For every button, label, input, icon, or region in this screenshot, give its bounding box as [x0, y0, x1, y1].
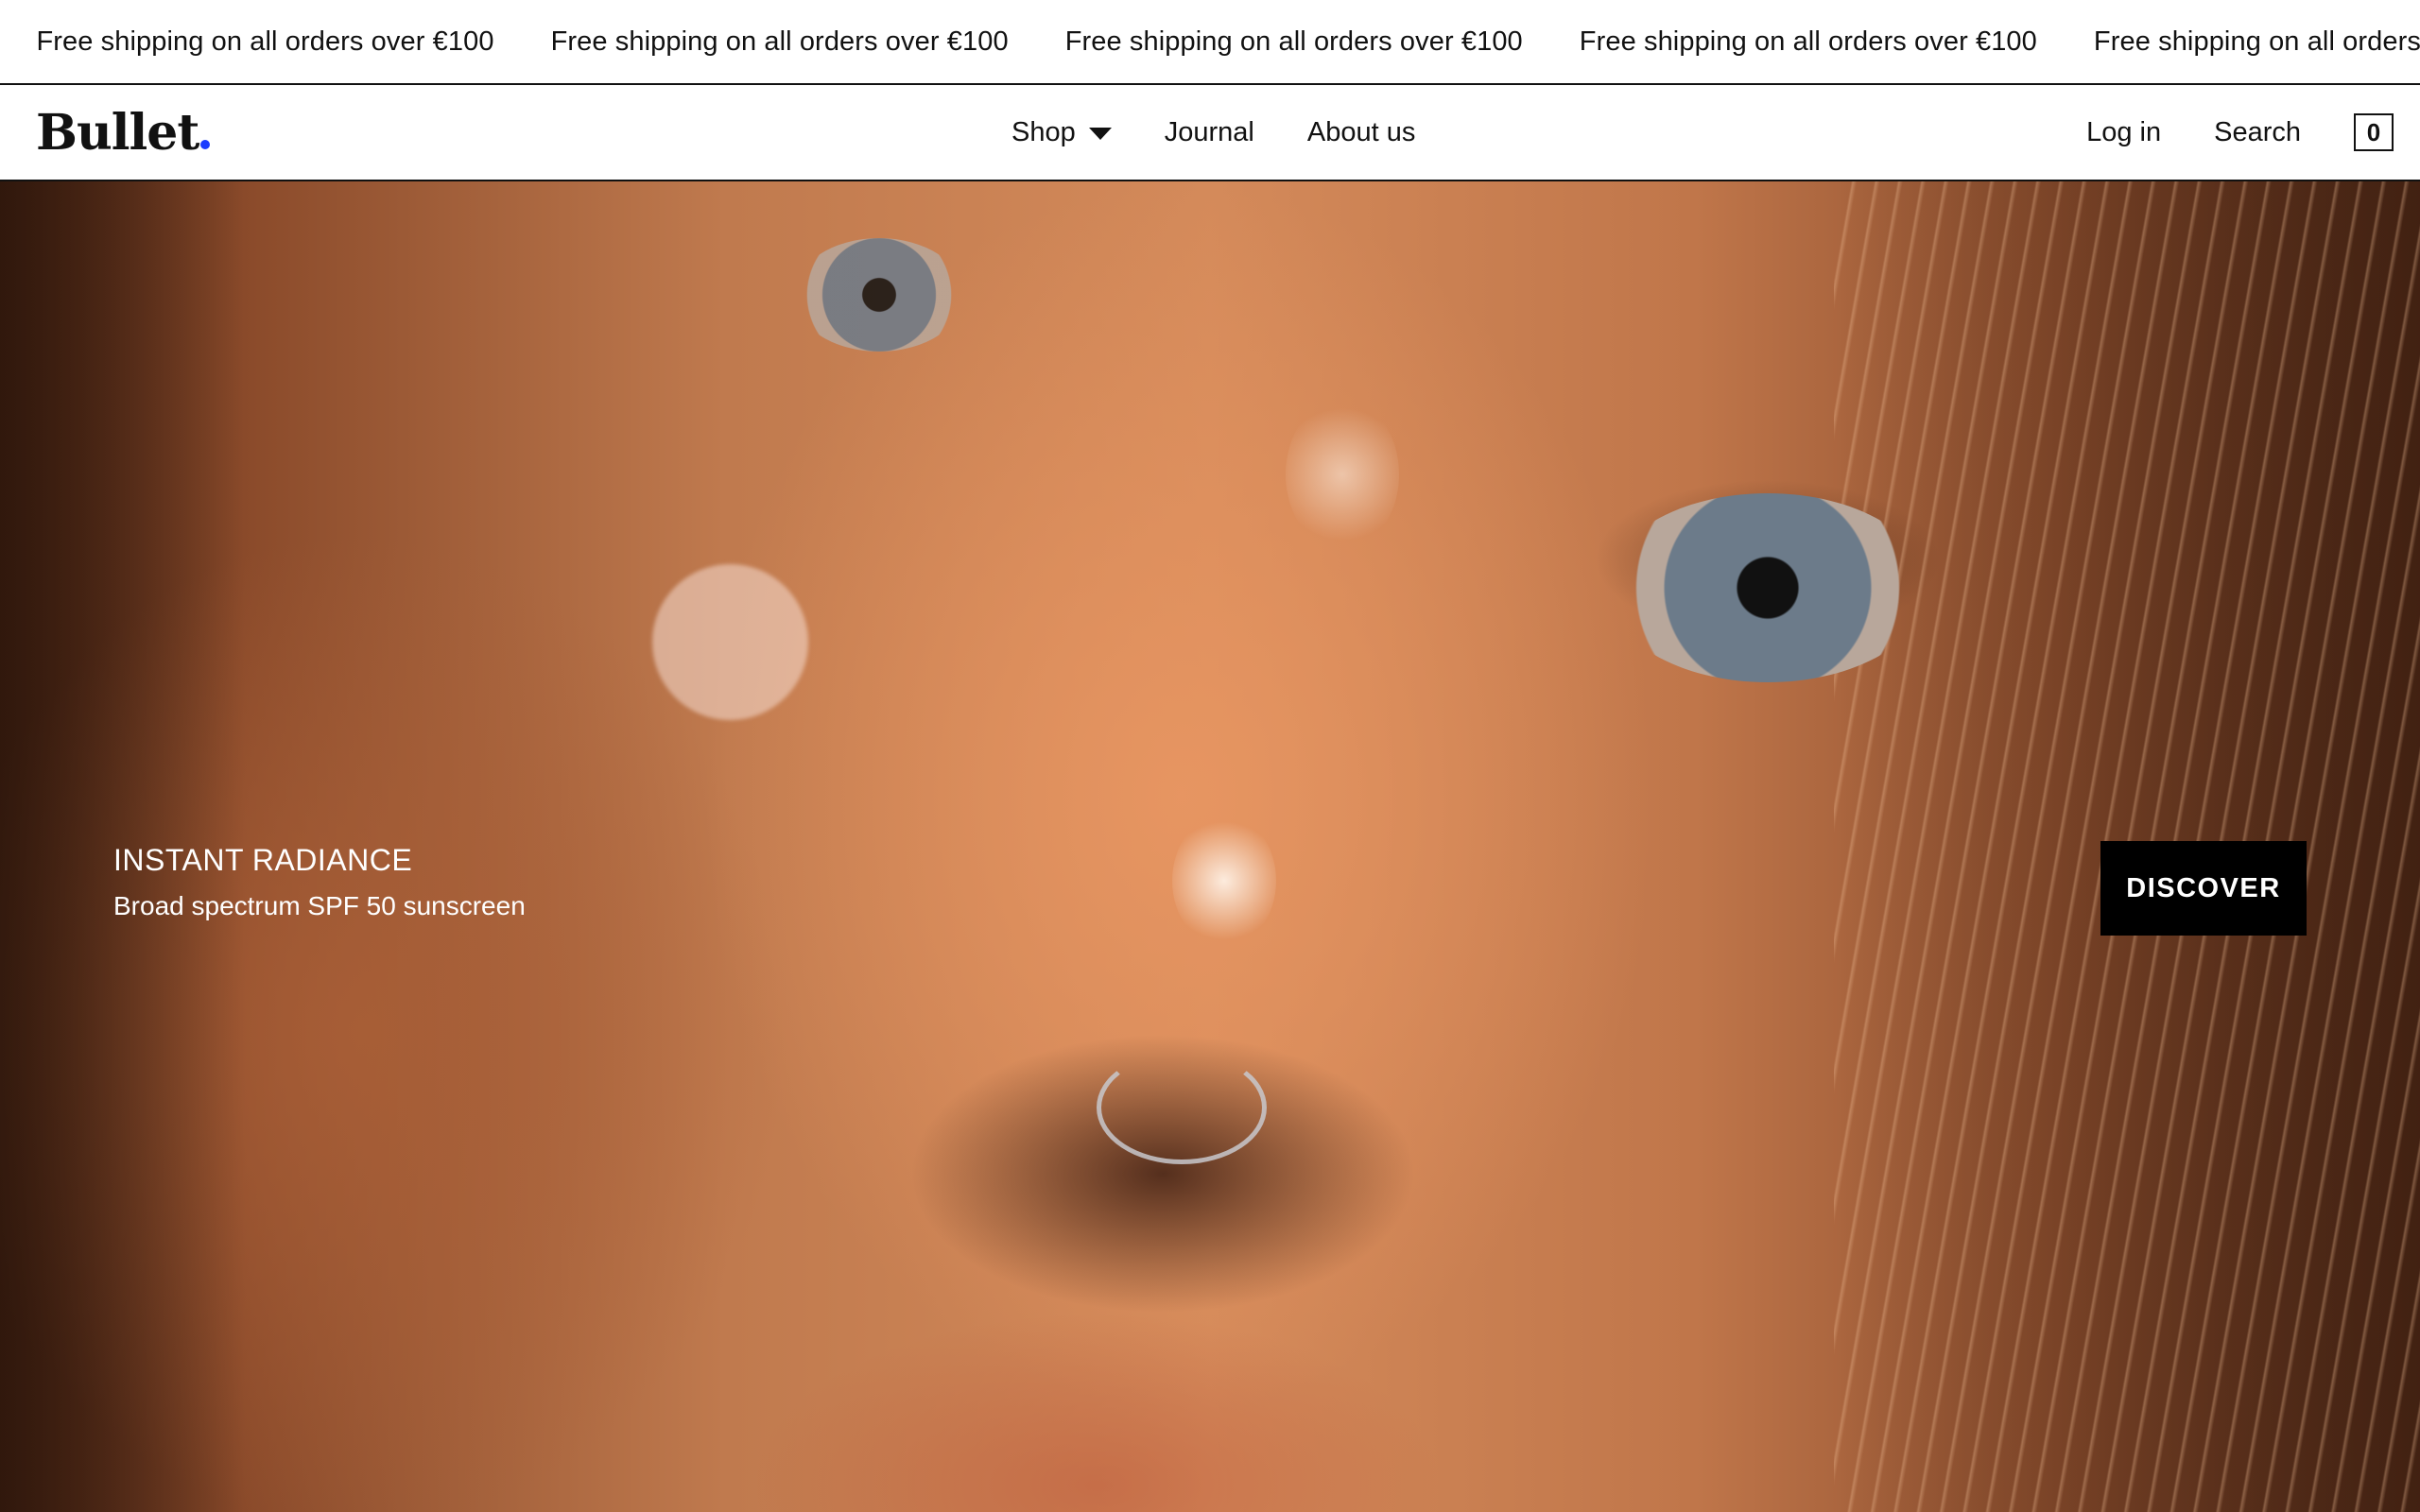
nav-item-about-label: About us — [1306, 116, 1416, 147]
search-link[interactable]: Search — [2214, 117, 2301, 148]
nav-item-shop-label: Shop — [1011, 116, 1076, 147]
main-nav: Shop Journal About us — [1011, 85, 1468, 180]
nav-item-shop[interactable]: Shop — [1011, 117, 1112, 148]
brand-logo-text: Bullet — [36, 103, 199, 162]
hero-title: INSTANT RADIANCE — [113, 843, 413, 877]
nav-item-about[interactable]: About us — [1307, 117, 1415, 148]
hero-image-eye-top — [794, 238, 964, 352]
announcement-track: 00 Free shipping on all orders over €100… — [0, 0, 2420, 83]
nav-item-journal-label: Journal — [1164, 116, 1254, 147]
hero-text: INSTANT RADIANCE Broad spectrum SPF 50 s… — [113, 843, 526, 921]
hero-image-nose-highlight — [1172, 815, 1276, 947]
announcement-message: Free shipping on all orders over €100 — [1064, 26, 1523, 57]
discover-button[interactable]: DISCOVER — [2100, 841, 2307, 936]
announcement-message: Free shipping on all orders over €100 — [2093, 26, 2420, 57]
announcement-message: Free shipping on all orders over €100 — [36, 26, 494, 57]
hero-banner: INSTANT RADIANCE Broad spectrum SPF 50 s… — [0, 181, 2420, 1512]
brand-logo-dot — [200, 140, 211, 149]
announcement-bar: 00 Free shipping on all orders over €100… — [0, 0, 2420, 85]
hero-image-bokeh — [652, 564, 808, 720]
hero-image-skin-highlight — [1286, 399, 1399, 550]
hero-subtitle: Broad spectrum SPF 50 sunscreen — [113, 891, 526, 920]
login-link[interactable]: Log in — [2086, 117, 2161, 148]
site-header: Bullet Shop Journal About us Log in Sear… — [0, 85, 2420, 181]
announcement-partial: 00 — [0, 26, 8, 58]
nav-item-journal[interactable]: Journal — [1165, 117, 1254, 148]
caret-down-icon — [1088, 127, 1112, 140]
hero-image-nose-ring — [1097, 1051, 1267, 1164]
announcement-message: Free shipping on all orders over €100 — [1579, 26, 2037, 57]
cart-button[interactable]: 0 — [2354, 113, 2394, 151]
announcement-message: Free shipping on all orders over €100 — [550, 26, 1009, 57]
brand-logo[interactable]: Bullet — [36, 103, 211, 162]
hero-image-eye-right — [1607, 493, 1928, 682]
header-actions: Log in Search 0 — [2086, 85, 2394, 180]
